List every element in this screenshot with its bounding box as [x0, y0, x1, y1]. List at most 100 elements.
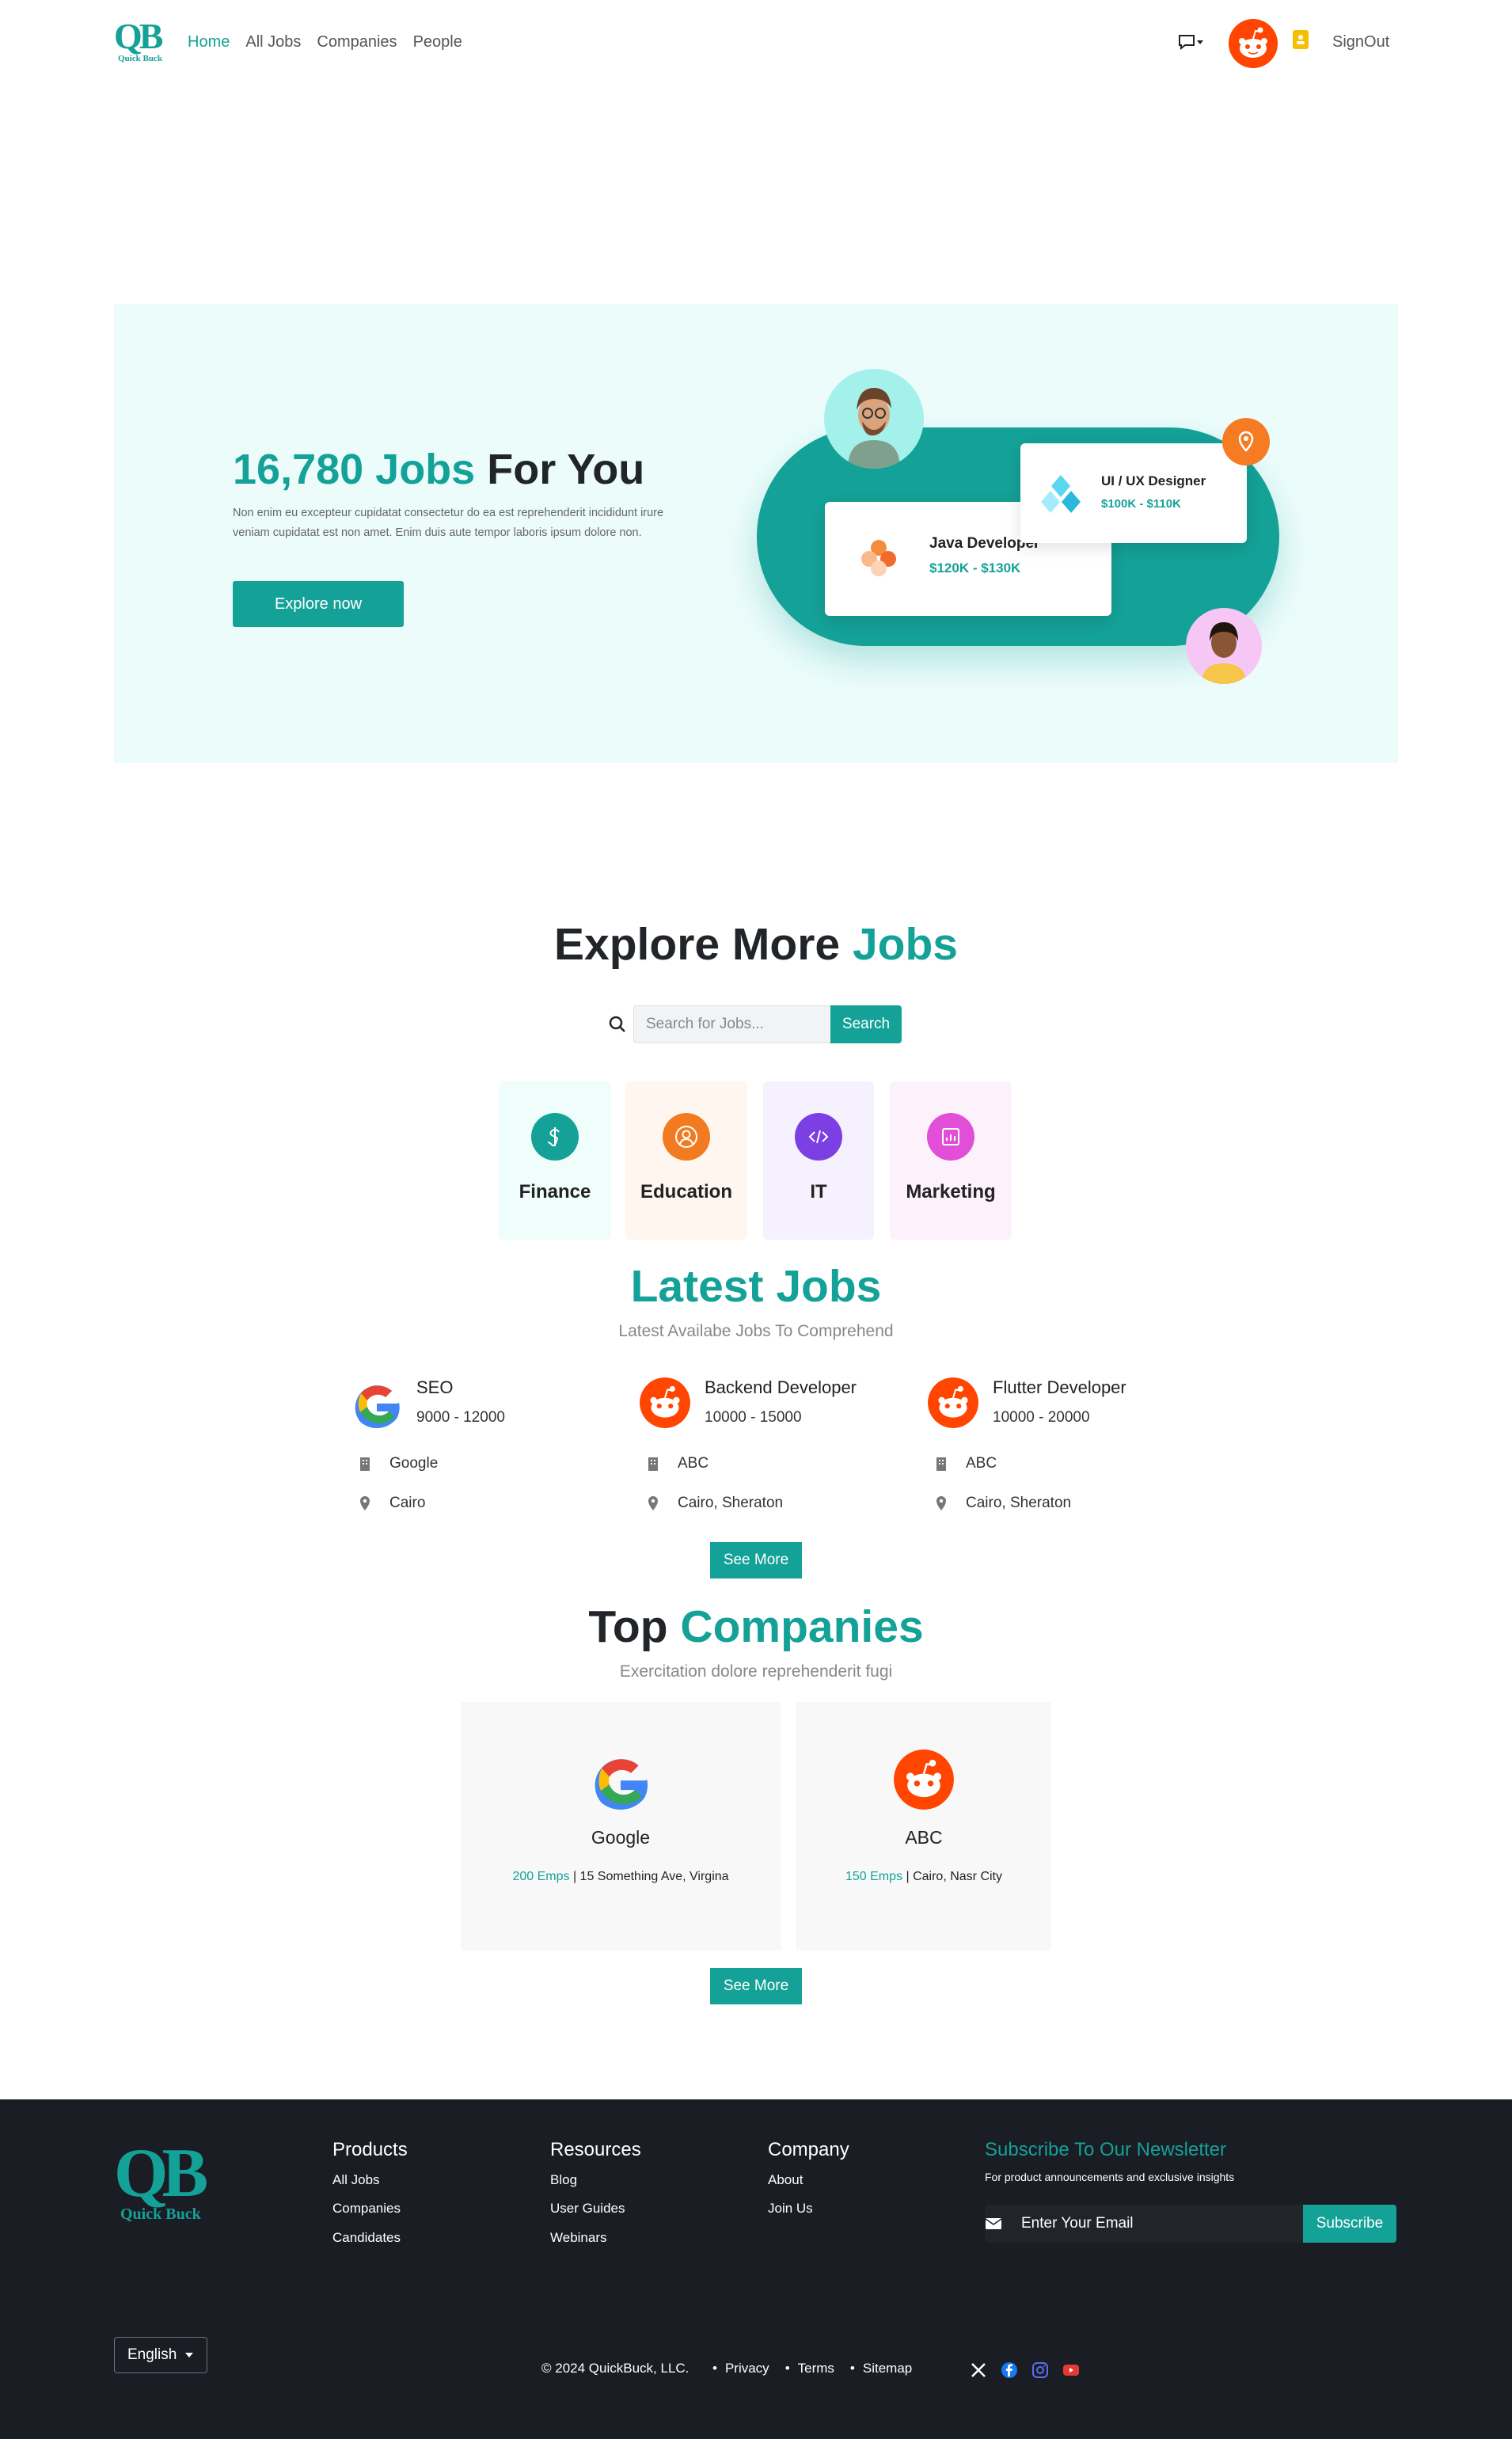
job-location-row: Cairo	[358, 1495, 425, 1512]
location-pin-icon	[1222, 418, 1270, 465]
job-search-input[interactable]: Search for Jobs...	[633, 1005, 831, 1043]
company-logo-icon	[861, 540, 896, 576]
footer-link-user-guides[interactable]: User Guides	[550, 2201, 625, 2217]
hero-title-highlight: 16,780 Jobs	[233, 446, 476, 493]
job-salary: 10000 - 15000	[705, 1409, 802, 1426]
see-more-companies-button[interactable]: See More	[710, 1968, 802, 2004]
footer-logo[interactable]: QB Quick Buck	[114, 2135, 217, 2228]
footer-logo-subtitle: Quick Buck	[120, 2205, 201, 2223]
job-item[interactable]: Backend Developer 10000 - 15000 ABC Cair…	[640, 1370, 909, 1528]
job-location: Cairo, Sheraton	[678, 1495, 784, 1511]
map-pin-icon	[646, 1495, 660, 1511]
footer-resources-title: Resources	[550, 2139, 641, 2160]
footer-link-companies[interactable]: Companies	[332, 2201, 401, 2217]
newsletter-email-input[interactable]: Enter Your Email	[985, 2205, 1303, 2243]
logo-subtitle: Quick Buck	[118, 54, 162, 63]
building-icon	[358, 1456, 372, 1472]
company-employees: 200 Emps	[512, 1870, 570, 1883]
newsletter-title: Subscribe To Our Newsletter	[985, 2139, 1227, 2160]
category-it[interactable]: IT	[763, 1081, 874, 1240]
footer-link-all-jobs[interactable]: All Jobs	[332, 2172, 380, 2188]
footer-link-join-us[interactable]: Join Us	[768, 2201, 813, 2217]
contact-card-icon[interactable]	[1293, 30, 1309, 49]
subscribe-button[interactable]: Subscribe	[1303, 2205, 1396, 2243]
top-companies-title: Top Companies	[0, 1601, 1512, 1653]
logo-letters: QB	[114, 16, 163, 56]
map-pin-icon	[934, 1495, 948, 1511]
category-marketing[interactable]: Marketing	[890, 1081, 1012, 1240]
chat-icon	[1179, 35, 1203, 51]
job-company-row: Google	[358, 1455, 438, 1472]
nav-link-people[interactable]: People	[413, 33, 462, 51]
caret-down-icon	[185, 2353, 193, 2357]
category-label: Finance	[519, 1181, 591, 1202]
see-more-jobs-button[interactable]: See More	[710, 1542, 802, 1579]
job-salary: 10000 - 20000	[993, 1409, 1090, 1426]
job-company: ABC	[966, 1455, 997, 1472]
newsletter-subtitle: For product announcements and exclusive …	[985, 2171, 1235, 2183]
signout-link[interactable]: SignOut	[1332, 33, 1389, 51]
nav-link-companies[interactable]: Companies	[317, 33, 397, 51]
messages-dropdown[interactable]	[1178, 33, 1205, 52]
facebook-icon[interactable]	[1000, 2361, 1019, 2380]
company-employees: 150 Emps	[845, 1870, 903, 1883]
footer-products-title: Products	[332, 2139, 408, 2160]
reddit-logo-icon	[640, 1377, 690, 1428]
footer-logo-letters: QB	[114, 2135, 208, 2212]
category-label: Education	[640, 1181, 732, 1202]
job-card-salary: $100K - $110K	[1101, 497, 1181, 511]
category-label: Marketing	[906, 1181, 996, 1202]
job-company: ABC	[678, 1455, 709, 1472]
brand-logo[interactable]: QB Quick Buck	[114, 16, 165, 65]
footer-link-candidates[interactable]: Candidates	[332, 2230, 401, 2246]
company-card[interactable]: Google 200 Emps | 15 Something Ave, Virg…	[461, 1702, 781, 1951]
search-button[interactable]: Search	[830, 1005, 902, 1043]
hero-description: Non enim eu excepteur cupidatat consecte…	[233, 507, 664, 539]
category-education[interactable]: Education	[625, 1081, 747, 1240]
company-details: 200 Emps | 15 Something Ave, Virgina	[461, 1870, 781, 1884]
job-card-uiux: UI / UX Designer $100K - $110K	[1020, 443, 1247, 543]
job-item[interactable]: Flutter Developer 10000 - 20000 ABC Cair…	[928, 1370, 1197, 1528]
language-value: English	[127, 2346, 177, 2363]
nav-link-all-jobs[interactable]: All Jobs	[245, 33, 301, 51]
job-company-row: ABC	[646, 1455, 709, 1472]
job-location-row: Cairo, Sheraton	[646, 1495, 783, 1512]
job-card-salary: $120K - $130K	[929, 560, 1021, 576]
company-card[interactable]: ABC 150 Emps | Cairo, Nasr City	[796, 1702, 1051, 1951]
reddit-logo-icon	[894, 1749, 954, 1810]
job-company: Google	[389, 1455, 439, 1472]
explore-title-highlight: Jobs	[852, 919, 958, 970]
search-icon	[609, 1016, 625, 1032]
footer-link-webinars[interactable]: Webinars	[550, 2230, 607, 2246]
job-item[interactable]: SEO 9000 - 12000 Google Cairo	[351, 1370, 621, 1528]
map-pin-icon	[358, 1495, 372, 1511]
company-name: ABC	[905, 1827, 943, 1848]
reddit-logo-icon	[928, 1377, 978, 1428]
reddit-logo-icon	[1229, 19, 1278, 68]
building-icon	[646, 1456, 660, 1472]
footer-link-about[interactable]: About	[768, 2172, 803, 2188]
user-avatar[interactable]	[1229, 19, 1278, 68]
person-avatar-female	[1186, 608, 1262, 684]
company-address: | 15 Something Ave, Virgina	[572, 1870, 729, 1883]
google-logo-icon	[595, 1759, 648, 1810]
category-label: IT	[810, 1181, 827, 1202]
footer-link-privacy[interactable]: Privacy	[712, 2361, 769, 2376]
footer-link-terms[interactable]: Terms	[785, 2361, 834, 2376]
latest-jobs-title: Latest Jobs	[630, 1261, 882, 1312]
youtube-icon[interactable]	[1062, 2361, 1081, 2380]
page: { "nav": { "logo_text": "QB", "logo_sub"…	[0, 0, 1512, 2439]
category-finance[interactable]: Finance	[499, 1081, 611, 1240]
copyright: © 2024 QuickBuck, LLC.	[541, 2361, 690, 2376]
instagram-icon[interactable]	[1031, 2361, 1050, 2380]
nav-link-home[interactable]: Home	[188, 33, 230, 51]
navbar: QB Quick Buck Home All Jobs Companies Pe…	[0, 0, 1512, 89]
job-title: SEO	[416, 1377, 454, 1397]
latest-jobs-subtitle: Latest Availabe Jobs To Comprehend	[618, 1322, 894, 1340]
footer-link-sitemap[interactable]: Sitemap	[850, 2361, 912, 2376]
explore-now-button[interactable]: Explore now	[233, 581, 404, 627]
design-logo-icon	[1041, 475, 1081, 513]
x-twitter-icon[interactable]	[969, 2361, 988, 2380]
footer-link-blog[interactable]: Blog	[550, 2172, 577, 2188]
language-select[interactable]: English	[114, 2337, 207, 2373]
